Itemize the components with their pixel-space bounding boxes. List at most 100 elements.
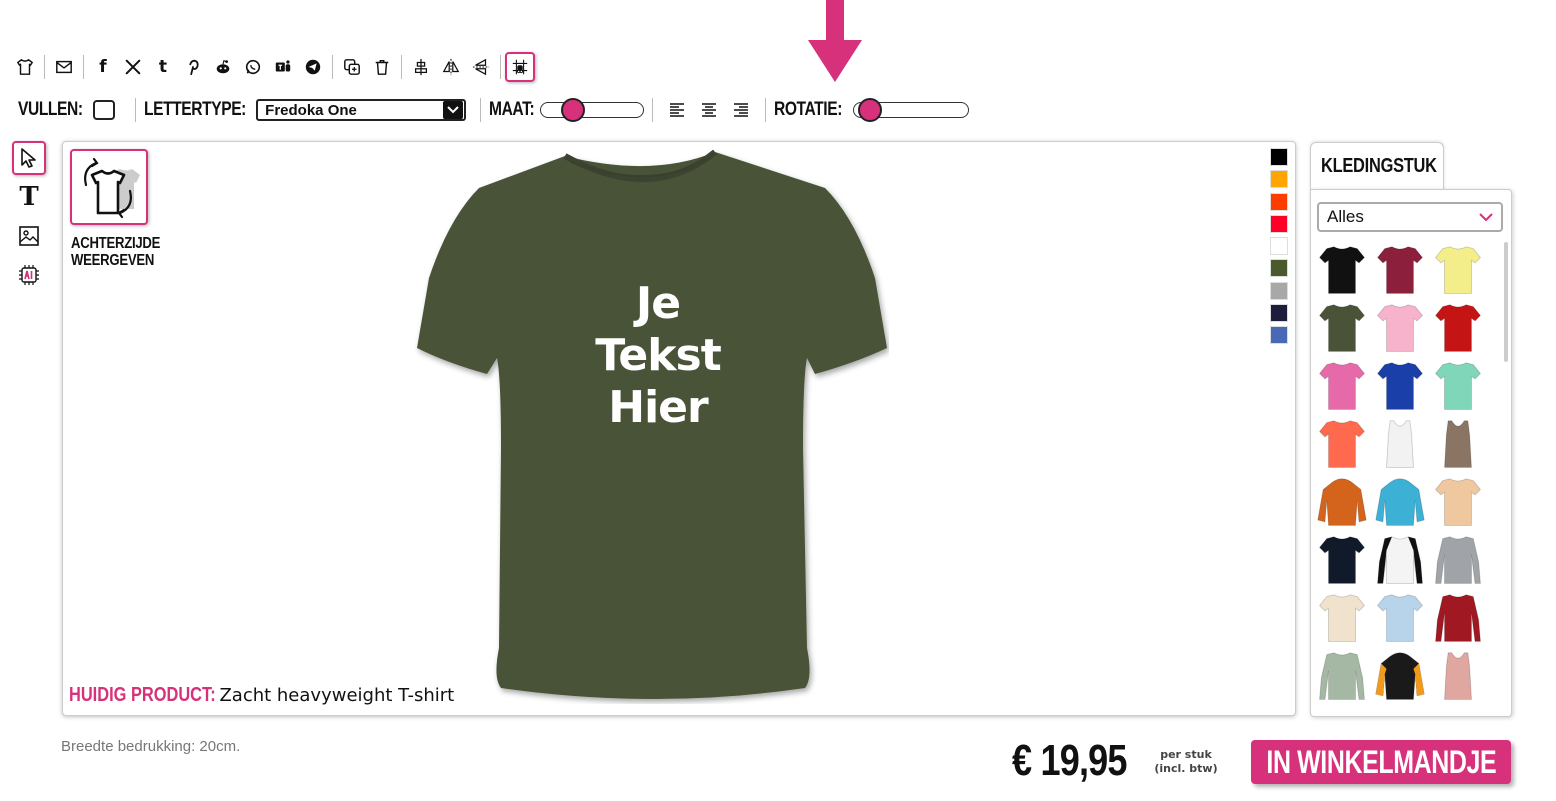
telegram-icon[interactable] bbox=[298, 52, 328, 82]
price: € 19,95 bbox=[1012, 736, 1127, 785]
ai-tool[interactable] bbox=[12, 258, 46, 292]
trash-icon[interactable] bbox=[367, 52, 397, 82]
garment-tshirt-ombre-blue[interactable] bbox=[1371, 590, 1429, 648]
color-swatch[interactable] bbox=[1270, 148, 1288, 166]
add-to-cart-button[interactable]: IN WINKELMANDJE bbox=[1251, 740, 1511, 784]
garment-panel: Alles bbox=[1310, 189, 1512, 717]
facebook-icon[interactable]: f bbox=[88, 52, 118, 82]
toolbar-divider bbox=[134, 98, 136, 122]
duplicate-icon[interactable] bbox=[337, 52, 367, 82]
garment-thumbnail bbox=[1375, 478, 1425, 526]
align-center-icon[interactable] bbox=[693, 97, 725, 123]
garment-sweater-grey[interactable] bbox=[1429, 532, 1487, 590]
flip-vertical-icon[interactable] bbox=[466, 52, 496, 82]
garment-hoodie-black-orange[interactable] bbox=[1371, 648, 1429, 706]
image-tool[interactable] bbox=[12, 219, 46, 253]
garment-tshirt-burgundy[interactable] bbox=[1371, 242, 1429, 300]
garment-tshirt-red[interactable] bbox=[1429, 300, 1487, 358]
select-tool[interactable] bbox=[12, 141, 46, 175]
color-swatch[interactable] bbox=[1270, 214, 1288, 233]
color-swatch[interactable] bbox=[1270, 170, 1288, 189]
whatsapp-icon[interactable] bbox=[238, 52, 268, 82]
garment-tshirt-yellow[interactable] bbox=[1429, 242, 1487, 300]
rotation-slider-handle[interactable] bbox=[858, 98, 883, 122]
back-view-button[interactable] bbox=[70, 149, 148, 225]
toolbar-divider bbox=[765, 98, 767, 122]
garment-thumbnail bbox=[1376, 362, 1424, 410]
garment-thumbnail bbox=[1386, 420, 1414, 468]
garment-hoodie-orange[interactable] bbox=[1313, 474, 1371, 532]
garment-thumbnail bbox=[1318, 304, 1366, 352]
garment-tanktop-dusty-pink[interactable] bbox=[1429, 648, 1487, 706]
flip-shirt-icon bbox=[84, 157, 140, 219]
size-label: MAAT: bbox=[489, 99, 535, 120]
garment-tshirt-olive[interactable] bbox=[1313, 300, 1371, 358]
tshirt-icon[interactable] bbox=[10, 52, 40, 82]
text-icon: T bbox=[19, 182, 39, 212]
size-slider[interactable] bbox=[540, 98, 645, 122]
garment-filter-select[interactable]: Alles bbox=[1317, 202, 1503, 232]
garment-tshirt-pink[interactable] bbox=[1371, 300, 1429, 358]
garment-thumbnail bbox=[1376, 594, 1424, 642]
garment-hoodie-turquoise[interactable] bbox=[1371, 474, 1429, 532]
flip-horizontal-icon[interactable] bbox=[436, 52, 466, 82]
color-swatch[interactable] bbox=[1270, 192, 1288, 211]
garment-thumbnail bbox=[1319, 652, 1365, 700]
garment-tshirt-mint[interactable] bbox=[1429, 358, 1487, 416]
garment-thumbnail bbox=[1434, 478, 1482, 526]
print-width-note: Breedte bedrukking: 20cm. bbox=[61, 738, 241, 755]
align-left-icon[interactable] bbox=[661, 97, 693, 123]
teams-icon[interactable] bbox=[268, 52, 298, 82]
price-note-line2: (incl. btw) bbox=[1154, 762, 1218, 775]
rotation-slider[interactable] bbox=[853, 98, 970, 122]
color-swatches bbox=[1270, 148, 1288, 349]
garment-thumbnail bbox=[1318, 594, 1366, 642]
garment-thumbnail bbox=[1318, 246, 1366, 294]
garment-thumbnail bbox=[1434, 246, 1482, 294]
toolbar-divider bbox=[44, 55, 45, 79]
garment-tshirt-black[interactable] bbox=[1313, 242, 1371, 300]
reddit-icon[interactable] bbox=[208, 52, 238, 82]
font-select[interactable]: Fredoka One bbox=[256, 99, 467, 121]
size-slider-handle[interactable] bbox=[561, 98, 586, 122]
color-swatch[interactable] bbox=[1270, 304, 1288, 323]
add-to-cart-label: IN WINKELMANDJE bbox=[1266, 743, 1496, 780]
garment-tshirt-tiedye[interactable] bbox=[1429, 474, 1487, 532]
garment-tshirt-cream[interactable] bbox=[1313, 590, 1371, 648]
color-swatch[interactable] bbox=[1270, 281, 1288, 300]
color-swatch[interactable] bbox=[1270, 237, 1288, 256]
toolbar-divider bbox=[652, 98, 654, 122]
garment-tshirt-magenta[interactable] bbox=[1313, 358, 1371, 416]
design-text-line2: Tekst bbox=[595, 330, 722, 381]
garment-scrollbar[interactable] bbox=[1504, 242, 1508, 362]
x-icon[interactable] bbox=[118, 52, 148, 82]
chevron-down-icon bbox=[443, 101, 464, 119]
garment-longsleeve-sage[interactable] bbox=[1313, 648, 1371, 706]
garment-varsity-red[interactable] bbox=[1429, 590, 1487, 648]
tab-garment[interactable]: KLEDINGSTUK bbox=[1310, 142, 1444, 190]
garment-tanktop-white[interactable] bbox=[1371, 416, 1429, 474]
design-canvas[interactable]: ACHTERZIJDE WEERGEVEN Je Tekst Hier HUID… bbox=[62, 141, 1296, 716]
design-text-line1: Je bbox=[635, 278, 681, 329]
pinterest-icon[interactable] bbox=[178, 52, 208, 82]
garment-thumbnail bbox=[1434, 304, 1482, 352]
garment-tshirt-royal[interactable] bbox=[1371, 358, 1429, 416]
fill-checkbox[interactable] bbox=[92, 100, 115, 120]
center-align-icon[interactable] bbox=[406, 52, 436, 82]
tumblr-icon[interactable]: t bbox=[148, 52, 178, 82]
align-right-icon[interactable] bbox=[725, 97, 757, 123]
garment-thumbnail bbox=[1318, 536, 1366, 584]
back-view-label-line2: WEERGEVEN bbox=[71, 252, 155, 269]
garment-raglan-black-white[interactable] bbox=[1371, 532, 1429, 590]
toolbar-divider bbox=[480, 98, 482, 122]
text-tool[interactable]: T bbox=[12, 180, 46, 214]
grid-snap-icon[interactable] bbox=[505, 52, 535, 82]
garment-thumbnail bbox=[1435, 594, 1481, 642]
mail-icon[interactable] bbox=[49, 52, 79, 82]
color-swatch[interactable] bbox=[1270, 259, 1288, 278]
design-text[interactable]: Je Tekst Hier bbox=[543, 278, 773, 434]
color-swatch[interactable] bbox=[1270, 326, 1288, 345]
garment-tshirt-coral[interactable] bbox=[1313, 416, 1371, 474]
garment-tshirt-navy[interactable] bbox=[1313, 532, 1371, 590]
garment-tanktop-brown[interactable] bbox=[1429, 416, 1487, 474]
